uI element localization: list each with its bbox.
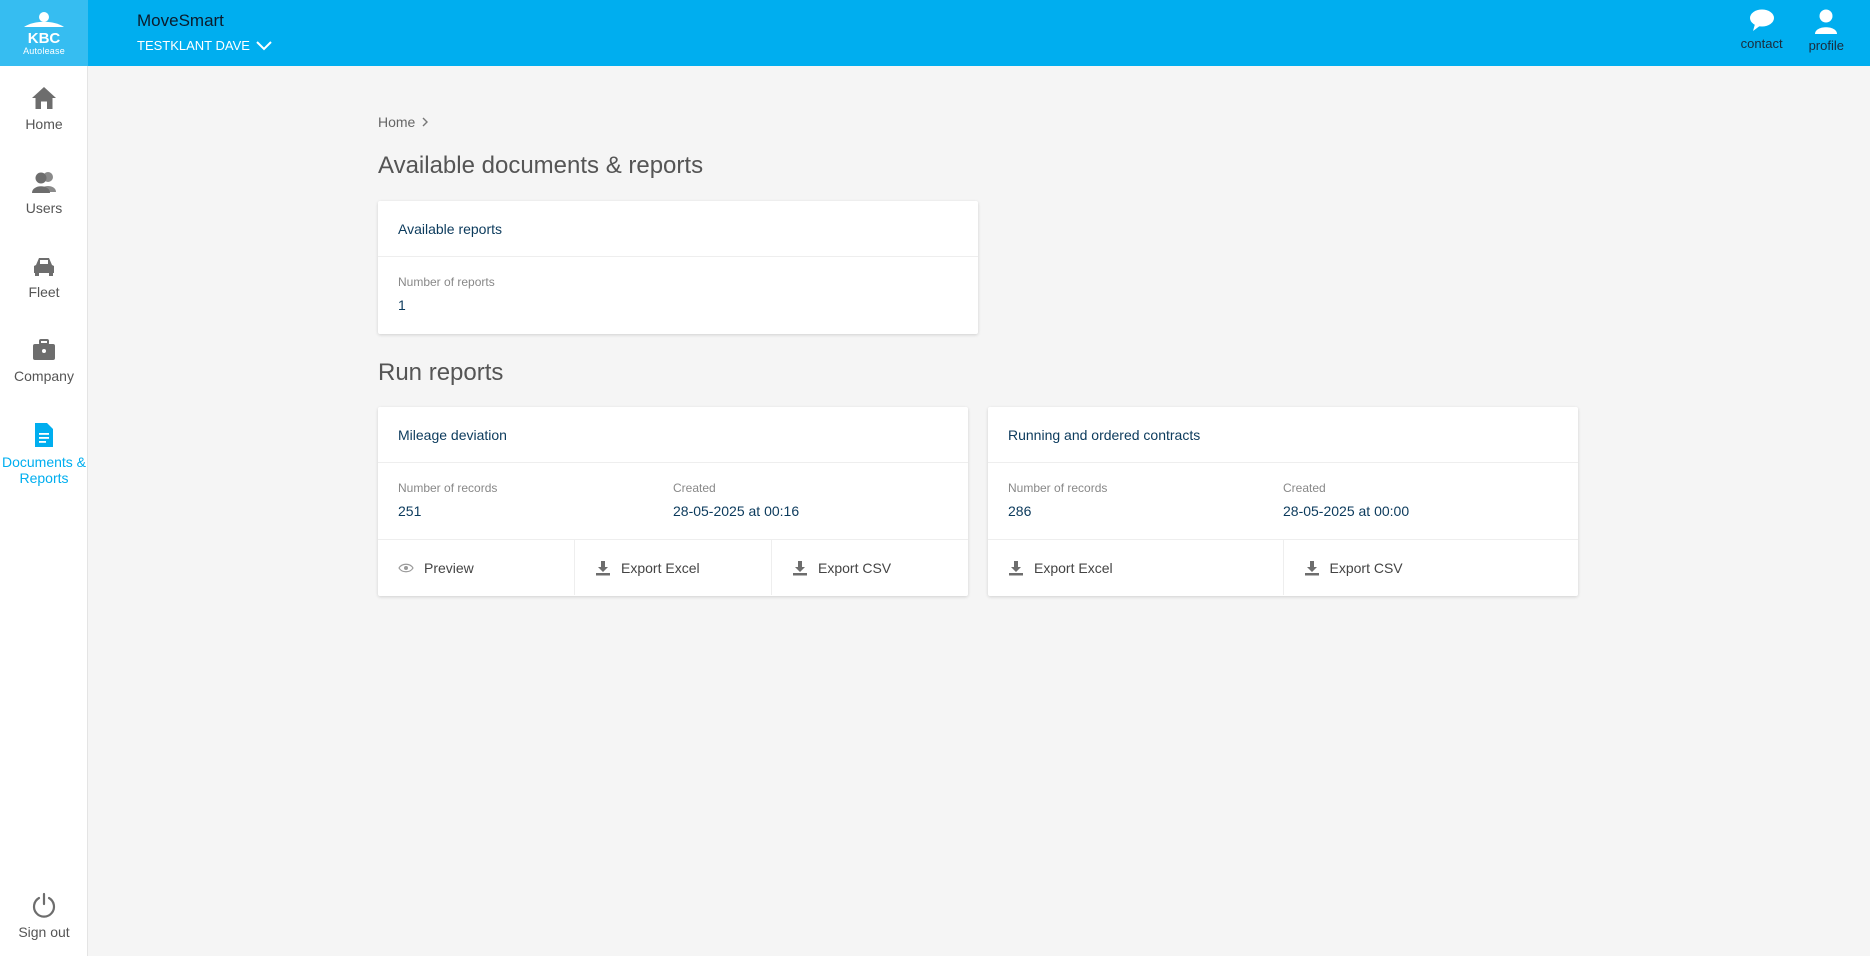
contact-label: contact (1740, 36, 1783, 51)
field-label: Number of records (1008, 481, 1108, 495)
created-field: Created 28-05-2025 at 00:16 (673, 481, 948, 539)
sign-out-label: Sign out (18, 924, 70, 940)
sidebar-item-fleet[interactable]: Fleet (0, 254, 88, 300)
profile-label: profile (1808, 38, 1844, 53)
field-value: 251 (398, 503, 422, 519)
sidebar-item-users[interactable]: Users (0, 170, 88, 216)
report-card-running-ordered-contracts: Running and ordered contracts Number of … (988, 407, 1578, 596)
user-icon (1815, 9, 1838, 34)
field-label: Created (1283, 481, 1326, 495)
sidebar-item-company[interactable]: Company (0, 338, 88, 384)
app-title: MoveSmart (137, 11, 224, 30)
sidebar-item-label: Documents & Reports (1, 454, 87, 486)
profile-button[interactable]: profile (1809, 8, 1844, 53)
field-value: 286 (1008, 503, 1032, 519)
card-title: Running and ordered contracts (988, 407, 1578, 463)
card-title: Mileage deviation (378, 407, 968, 463)
preview-button[interactable]: Preview (378, 540, 575, 595)
field-value: 1 (398, 297, 406, 313)
report-card-mileage-deviation: Mileage deviation Number of records 251 … (378, 407, 968, 596)
users-icon (32, 172, 56, 193)
client-selector[interactable]: TESTKLANT DAVE (137, 38, 272, 53)
chevron-right-icon (422, 117, 429, 127)
field-value: 28-05-2025 at 00:00 (1283, 503, 1410, 519)
download-icon (793, 560, 807, 575)
action-label: Export Excel (621, 559, 700, 576)
action-label: Export Excel (1034, 559, 1113, 576)
document-icon (35, 423, 53, 447)
card-title: Available reports (378, 201, 978, 257)
action-label: Export CSV (818, 559, 892, 576)
export-csv-button[interactable]: Export CSV (772, 540, 968, 595)
sign-out-button[interactable]: Sign out (0, 892, 88, 940)
breadcrumb-home[interactable]: Home (378, 114, 415, 130)
download-icon (1304, 560, 1319, 575)
records-field: Number of records 286 (1008, 481, 1283, 539)
home-icon (32, 87, 56, 109)
eye-icon (398, 563, 414, 572)
contact-button[interactable]: contact (1741, 8, 1783, 53)
client-name: TESTKLANT DAVE (137, 38, 250, 53)
page-title: Available documents & reports (378, 152, 704, 179)
action-label: Export CSV (1329, 559, 1403, 576)
breadcrumb[interactable]: Home (378, 114, 429, 130)
export-csv-button[interactable]: Export CSV (1284, 540, 1579, 595)
created-field: Created 28-05-2025 at 00:00 (1283, 481, 1558, 539)
logo-subtitle: Autolease (23, 45, 65, 56)
field-label: Number of records (398, 481, 498, 495)
download-icon (596, 560, 610, 575)
sidebar-item-label: Users (25, 200, 63, 216)
chevron-down-icon (256, 40, 272, 50)
chat-bubble-icon (1749, 9, 1774, 31)
number-of-reports-field: Number of reports 1 (398, 275, 681, 333)
field-value: 28-05-2025 at 00:16 (673, 503, 800, 519)
export-excel-button[interactable]: Export Excel (988, 540, 1284, 595)
available-reports-card: Available reports Number of reports 1 (378, 201, 978, 334)
kbc-logo[interactable]: KBC Autolease (0, 0, 88, 66)
field-label: Number of reports (398, 275, 495, 289)
export-excel-button[interactable]: Export Excel (575, 540, 772, 595)
sidebar-item-label: Fleet (28, 284, 60, 300)
sidebar-item-label: Company (14, 368, 74, 384)
logo-text: KBC (28, 30, 61, 45)
field-label: Created (673, 481, 716, 495)
top-bar: KBC Autolease MoveSmart TESTKLANT DAVE c… (0, 0, 1870, 66)
car-icon (34, 258, 54, 276)
sidebar-item-home[interactable]: Home (0, 86, 88, 132)
sidebar-item-label: Home (25, 116, 63, 132)
kbc-logo-icon: KBC (24, 11, 64, 45)
sidebar: Home Users Fleet Company Documents & Rep… (0, 66, 88, 956)
records-field: Number of records 251 (398, 481, 673, 539)
power-icon (32, 892, 56, 918)
download-icon (1009, 560, 1023, 575)
action-label: Preview (424, 559, 474, 576)
section-title: Run reports (378, 359, 504, 386)
briefcase-icon (33, 339, 55, 360)
sidebar-item-documents-reports[interactable]: Documents & Reports (0, 422, 88, 486)
